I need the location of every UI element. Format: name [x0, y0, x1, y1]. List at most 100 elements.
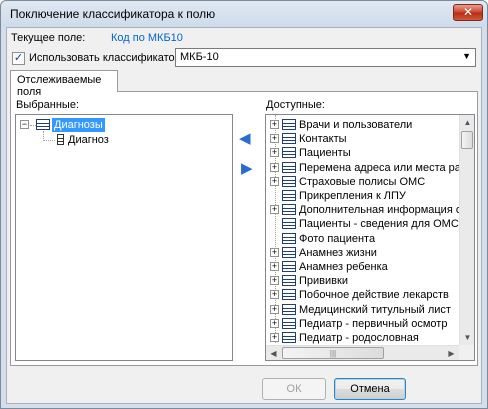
- title-bar[interactable]: Поключение классификатора к полю ✕: [1, 1, 487, 27]
- use-classifier-checkbox[interactable]: ✓: [12, 52, 25, 65]
- horizontal-scrollbar[interactable]: ◀ ||| ▶: [266, 345, 459, 360]
- tab-panel: Выбранные: Доступные: − Диагнозы Диагноз: [10, 91, 478, 366]
- tree-item-label: Страховые полисы ОМС: [299, 175, 426, 188]
- tree-item-label: Прикрепления к ЛПУ: [299, 190, 406, 202]
- move-right-button[interactable]: ▶: [241, 160, 257, 177]
- table-icon: [282, 190, 296, 201]
- tree-item[interactable]: + Прививки: [266, 274, 459, 288]
- expand-icon[interactable]: +: [270, 247, 279, 257]
- table-icon: [282, 119, 296, 130]
- table-icon: [282, 147, 296, 159]
- table-icon: [282, 246, 296, 258]
- tab-tracked-fields[interactable]: Отслеживаемые поля: [10, 70, 118, 98]
- tree-item[interactable]: + Контакты: [266, 132, 459, 146]
- tree-item[interactable]: Фото пациента: [266, 232, 459, 246]
- tree-item-label: Диагноз: [68, 134, 109, 146]
- tree-item[interactable]: + Анамнез ребенка: [266, 260, 459, 274]
- tree-item-label: Анамнез жизни: [299, 246, 377, 259]
- tree-item[interactable]: + Дополнительная информация о пациенте: [266, 203, 459, 217]
- selected-tree[interactable]: − Диагнозы Диагноз: [15, 114, 233, 361]
- tree-item[interactable]: + Врачи и пользователи: [266, 118, 459, 132]
- table-icon: [282, 218, 296, 230]
- expand-icon[interactable]: [270, 234, 279, 243]
- ok-button[interactable]: ОК: [262, 378, 326, 400]
- expand-icon[interactable]: +: [270, 290, 279, 300]
- expand-icon[interactable]: +: [270, 276, 279, 286]
- vertical-scrollbar[interactable]: ▲ ▼: [459, 115, 474, 345]
- tree-item[interactable]: + Педиатр - родословная: [266, 331, 459, 345]
- tree-item-label: Побочное действие лекарств: [299, 289, 449, 302]
- table-icon: [282, 275, 296, 287]
- tree-item[interactable]: Диагноз: [16, 133, 232, 147]
- expand-icon[interactable]: +: [270, 176, 279, 186]
- tree-item-label: Прививки: [299, 275, 348, 288]
- horizontal-scroll-thumb[interactable]: |||: [282, 347, 384, 359]
- tree-item-label: Педиатр - родословная: [299, 332, 419, 344]
- checkmark-icon: ✓: [13, 52, 24, 64]
- scroll-right-icon[interactable]: ▶: [444, 346, 459, 360]
- tree-item[interactable]: Прикрепления к ЛПУ: [266, 189, 459, 203]
- ok-button-label: ОК: [286, 383, 302, 395]
- cancel-button[interactable]: Отмена: [334, 378, 406, 400]
- close-button[interactable]: ✕: [453, 4, 483, 21]
- table-icon: [282, 289, 296, 301]
- table-icon: [282, 317, 296, 329]
- expand-icon[interactable]: +: [270, 134, 279, 144]
- expand-icon[interactable]: +: [270, 148, 279, 158]
- arrow-left-icon: ◀: [239, 130, 251, 147]
- tree-item-label: Фото пациента: [299, 232, 376, 245]
- tree-item-label: Педиатр - первичный осмотр: [299, 317, 448, 330]
- tree-item[interactable]: + Педиатр - первичный осмотр: [266, 317, 459, 331]
- tree-item[interactable]: Пациенты - сведения для ОМС: [266, 217, 459, 231]
- current-field-label: Текущее поле:: [11, 32, 86, 44]
- dialog-body: Текущее поле: Код по МКБ10 ✓ Использоват…: [6, 27, 482, 404]
- expand-icon[interactable]: +: [270, 262, 279, 271]
- tree-item[interactable]: + Страховые полисы ОМС: [266, 175, 459, 189]
- tree-item[interactable]: + Побочное действие лекарств: [266, 288, 459, 302]
- selected-label: Выбранные:: [16, 99, 80, 111]
- table-icon: [282, 232, 296, 244]
- expand-icon[interactable]: [270, 219, 279, 228]
- chevron-down-icon: ▼: [462, 51, 471, 61]
- classifier-select[interactable]: МКБ-10 ▼: [175, 48, 476, 67]
- scroll-left-icon[interactable]: ◀: [266, 346, 281, 360]
- move-left-button[interactable]: ◀: [239, 130, 255, 147]
- window-title: Поключение классификатора к полю: [10, 7, 216, 21]
- current-field-link[interactable]: Код по МКБ10: [111, 32, 183, 44]
- tree-item[interactable]: + Медицинский титульный лист: [266, 303, 459, 317]
- table-icon: [282, 261, 296, 272]
- use-classifier-label: Использовать классификатор:: [29, 52, 184, 64]
- tree-item-label: Пациенты - сведения для ОМС: [299, 218, 459, 231]
- scroll-up-icon[interactable]: ▲: [460, 115, 474, 130]
- table-icon: [36, 119, 50, 130]
- expand-icon[interactable]: +: [270, 120, 279, 129]
- expand-icon[interactable]: +: [270, 333, 279, 342]
- tree-item[interactable]: + Перемена адреса или места работы: [266, 161, 459, 175]
- cancel-button-label: Отмена: [350, 383, 390, 395]
- vertical-scroll-thumb[interactable]: [461, 131, 473, 149]
- available-label: Доступные:: [266, 99, 325, 111]
- arrow-right-icon: ▶: [241, 160, 253, 177]
- tree-item-label: Диагнозы: [52, 118, 105, 132]
- table-icon: [282, 133, 296, 145]
- table-icon: [282, 175, 296, 187]
- collapse-icon[interactable]: −: [20, 120, 29, 129]
- tree-item-label: Медицинский титульный лист: [299, 303, 451, 316]
- tree-item[interactable]: + Пациенты: [266, 146, 459, 160]
- scroll-down-icon[interactable]: ▼: [460, 330, 474, 345]
- expand-icon[interactable]: +: [270, 162, 279, 172]
- table-icon: [282, 303, 296, 315]
- tree-item-label: Дополнительная информация о пациенте: [299, 204, 459, 217]
- expand-icon[interactable]: +: [270, 318, 279, 328]
- table-icon: [282, 161, 296, 173]
- tree-item[interactable]: − Диагнозы: [16, 118, 232, 132]
- expand-icon[interactable]: +: [270, 205, 279, 215]
- tree-item[interactable]: + Анамнез жизни: [266, 246, 459, 260]
- table-icon: [282, 332, 296, 343]
- expand-icon[interactable]: +: [270, 304, 279, 314]
- grip-icon: |||: [329, 349, 337, 358]
- tree-item-label: Перемена адреса или места работы: [299, 161, 459, 174]
- available-tree[interactable]: + Врачи и пользователи + Контакты + Пациенты +…: [265, 114, 475, 361]
- expand-icon[interactable]: [270, 191, 279, 200]
- scroll-corner: [459, 345, 474, 360]
